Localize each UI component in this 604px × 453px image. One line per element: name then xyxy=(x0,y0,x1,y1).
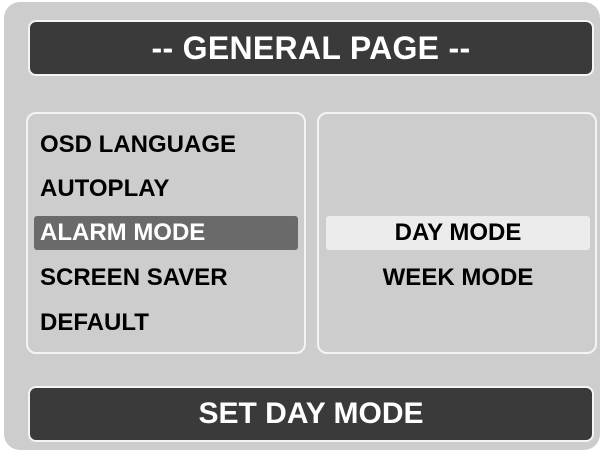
menu-item-alarm-mode[interactable]: ALARM MODE xyxy=(34,216,298,250)
menu-item-default[interactable]: DEFAULT xyxy=(34,306,298,340)
options-panel: DAY MODE WEEK MODE xyxy=(317,112,597,354)
status-text: SET DAY MODE xyxy=(198,397,424,430)
menu-item-autoplay[interactable]: AUTOPLAY xyxy=(34,172,298,206)
menu-item-screen-saver[interactable]: SCREEN SAVER xyxy=(34,261,298,295)
menu-panel: OSD LANGUAGE AUTOPLAY ALARM MODE SCREEN … xyxy=(26,112,306,354)
osd-frame: -- GENERAL PAGE -- OSD LANGUAGE AUTOPLAY… xyxy=(4,2,600,450)
menu-item-osd-language[interactable]: OSD LANGUAGE xyxy=(34,128,298,162)
option-day-mode[interactable]: DAY MODE xyxy=(326,216,590,250)
status-bar: SET DAY MODE xyxy=(28,386,594,442)
option-week-mode[interactable]: WEEK MODE xyxy=(326,261,590,295)
page-title-text: -- GENERAL PAGE -- xyxy=(151,29,471,66)
page-title: -- GENERAL PAGE -- xyxy=(28,20,594,76)
